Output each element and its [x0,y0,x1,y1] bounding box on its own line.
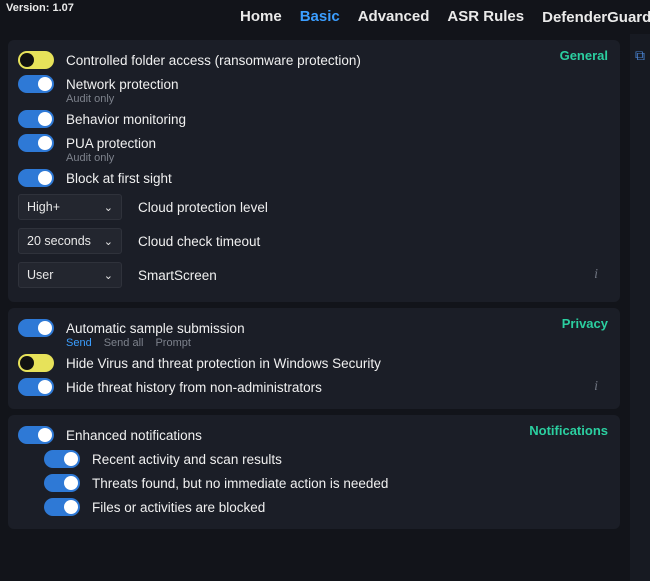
card-privacy: Privacy Automatic sample submission Send… [8,308,620,409]
label-recent-activity: Recent activity and scan results [92,452,282,467]
content-scroll: General Controlled folder access (ransom… [0,34,628,581]
card-notifications: Notifications Enhanced notifications Rec… [8,415,620,529]
toggle-network-protection[interactable] [18,75,54,93]
label-network-protection: Network protection [66,77,179,92]
row-block-at-first-sight: Block at first sight [18,166,610,190]
card-title-general: General [560,48,608,63]
tab-bar: Home Basic Advanced ASR Rules DefenderGu… [0,0,650,32]
row-files-blocked: Files or activities are blocked [18,495,610,519]
select-cloud-protection-level[interactable]: High+ ⌄ [18,194,122,220]
row-cloud-protection-level: High+ ⌄ Cloud protection level [18,190,610,224]
toggle-controlled-folder-access[interactable] [18,51,54,69]
select-smartscreen-value: User [27,268,53,282]
toggle-enhanced-notifications[interactable] [18,426,54,444]
toggle-files-blocked[interactable] [44,498,80,516]
tab-home[interactable]: Home [240,8,282,26]
select-cloud-protection-level-value: High+ [27,200,60,214]
chevron-down-icon: ⌄ [104,235,113,248]
row-cloud-check-timeout: 20 seconds ⌄ Cloud check timeout [18,224,610,258]
link-send[interactable]: Send [66,337,92,349]
row-hide-virus-protection: Hide Virus and threat protection in Wind… [18,351,610,375]
toggle-hide-virus-protection[interactable] [18,354,54,372]
sub-pua-protection-text: Audit only [66,152,114,164]
tab-asr-rules[interactable]: ASR Rules [447,8,524,26]
chevron-down-icon: ⌄ [104,201,113,214]
sidebar-icon[interactable]: ⧉ [631,46,649,64]
label-smartscreen: SmartScreen [138,268,217,283]
sub-auto-sample-submission: Send Send all Prompt [66,337,610,349]
row-enhanced-notifications: Enhanced notifications [18,423,610,447]
tab-defenderguard[interactable]: DefenderGuard™ [542,8,650,26]
select-cloud-check-timeout-value: 20 seconds [27,234,91,248]
info-icon[interactable]: i [594,267,598,283]
sub-network-protection-text: Audit only [66,93,114,105]
toggle-block-at-first-sight[interactable] [18,169,54,187]
label-enhanced-notifications: Enhanced notifications [66,428,202,443]
label-auto-sample-submission: Automatic sample submission [66,321,245,336]
tab-basic[interactable]: Basic [300,8,340,26]
row-hide-threat-history: Hide threat history from non-administrat… [18,375,610,399]
info-icon[interactable]: i [594,379,598,395]
link-send-all[interactable]: Send all [104,337,144,349]
label-cloud-protection-level: Cloud protection level [138,200,268,215]
row-smartscreen: User ⌄ SmartScreen i [18,258,610,292]
right-sidebar: ⧉ [630,34,650,581]
label-controlled-folder-access: Controlled folder access (ransomware pro… [66,53,361,68]
sub-network-protection: Audit only [66,93,610,105]
row-threats-found: Threats found, but no immediate action i… [18,471,610,495]
label-pua-protection: PUA protection [66,136,156,151]
label-hide-threat-history: Hide threat history from non-administrat… [66,380,322,395]
label-files-blocked: Files or activities are blocked [92,500,265,515]
card-title-privacy: Privacy [562,316,608,331]
toggle-behavior-monitoring[interactable] [18,110,54,128]
select-cloud-check-timeout[interactable]: 20 seconds ⌄ [18,228,122,254]
toggle-pua-protection[interactable] [18,134,54,152]
label-block-at-first-sight: Block at first sight [66,171,172,186]
row-behavior-monitoring: Behavior monitoring [18,107,610,131]
card-title-notifications: Notifications [529,423,608,438]
label-behavior-monitoring: Behavior monitoring [66,112,186,127]
tab-advanced[interactable]: Advanced [358,8,430,26]
toggle-auto-sample-submission[interactable] [18,319,54,337]
label-cloud-check-timeout: Cloud check timeout [138,234,260,249]
card-general: General Controlled folder access (ransom… [8,40,620,302]
row-recent-activity: Recent activity and scan results [18,447,610,471]
label-hide-virus-protection: Hide Virus and threat protection in Wind… [66,356,381,371]
row-controlled-folder-access: Controlled folder access (ransomware pro… [18,48,610,72]
toggle-threats-found[interactable] [44,474,80,492]
select-smartscreen[interactable]: User ⌄ [18,262,122,288]
sub-pua-protection: Audit only [66,152,610,164]
link-prompt[interactable]: Prompt [155,337,190,349]
toggle-hide-threat-history[interactable] [18,378,54,396]
version-label: Version: 1.07 [6,2,74,14]
toggle-recent-activity[interactable] [44,450,80,468]
label-threats-found: Threats found, but no immediate action i… [92,476,388,491]
chevron-down-icon: ⌄ [104,269,113,282]
tab-defenderguard-label: DefenderGuard [542,9,650,26]
